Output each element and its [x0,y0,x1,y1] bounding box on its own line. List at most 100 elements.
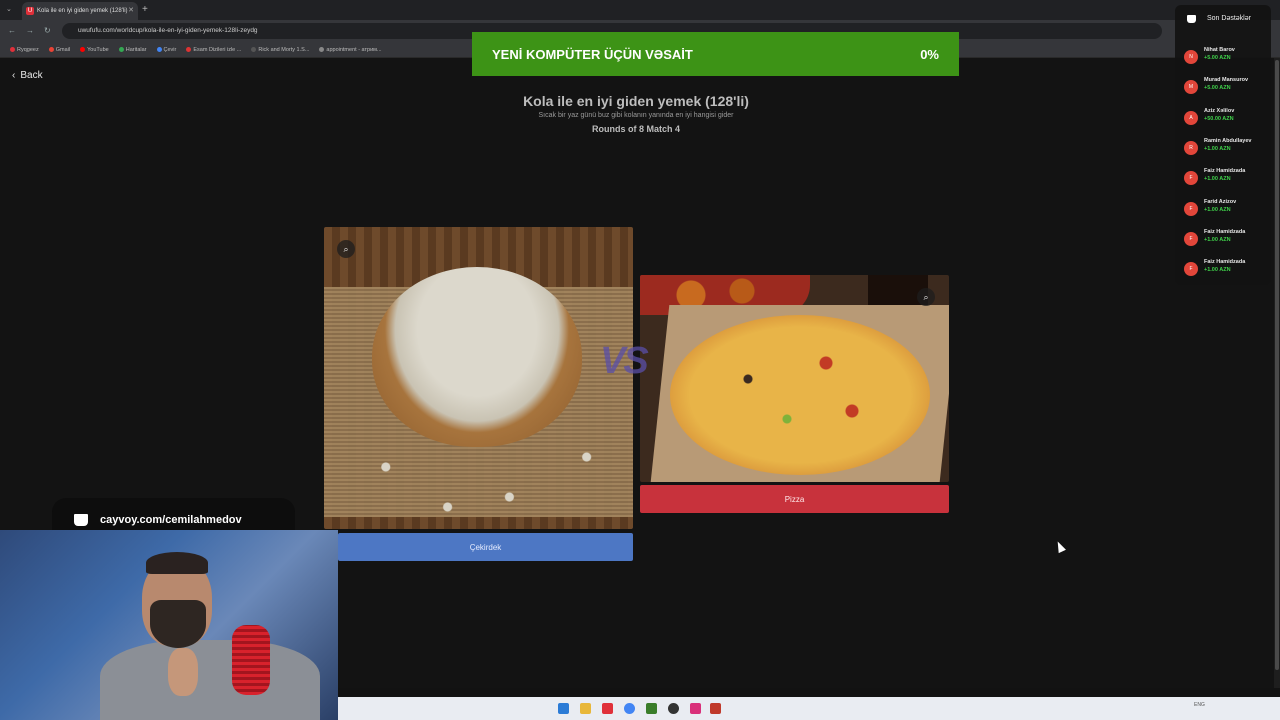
supporter-amount: +5.00 AZN [1204,85,1231,92]
supporter-name: Ramin Abdullayev [1204,137,1252,144]
chevron-left-icon: ‹ [12,70,16,81]
coffee-cup-icon [1187,15,1196,23]
supporter-item: A Aziz Xəlilov +50.00 AZN [1183,108,1273,134]
bookmark-label: Çevir [163,46,177,53]
new-tab-icon[interactable]: + [142,4,148,15]
site-favicon-icon: U [26,7,34,15]
donate-url: cayvoy.com/cemilahmedov [100,514,242,526]
bookmark-item[interactable]: appointment - атрим... [319,46,382,53]
forward-nav-icon[interactable]: → [26,26,34,35]
tab-search-icon[interactable]: ⌄ [6,5,12,13]
back-nav-icon[interactable]: ← [8,26,16,35]
bookmark-label: YouTube [87,46,109,53]
microphone-image [232,625,270,695]
webcam-feed [0,530,338,720]
scrollbar-thumb[interactable] [1275,60,1279,670]
supporter-name: Faiz Hamidzada [1204,259,1246,266]
seed-bowl-image [372,267,582,447]
bookmark-item[interactable]: Ryqgeez [10,47,39,53]
page-title: Kola ile en iyi giden yemek (128'li) [523,93,749,109]
bookmark-item[interactable]: Rick and Morty 1.S... [251,47,309,53]
choice-image-right[interactable] [640,275,949,482]
bookmark-item[interactable]: Esam Dizileri izle ... [186,47,241,53]
bookmark-favicon-icon [319,47,325,52]
supporter-item: F Faiz Hamidzada +1.00 AZN [1183,168,1273,194]
pizza-image [670,315,930,475]
supporter-name: Faiz Hamidzada [1204,168,1246,175]
bookmark-favicon-icon [80,47,86,52]
bookmark-favicon-icon [186,47,192,52]
bookmark-favicon-icon [10,47,15,52]
bookmark-item[interactable]: Gmail [48,46,71,53]
zoom-icon-left[interactable]: ⌕ [337,240,355,258]
supporter-name: Nihat Barov [1204,47,1235,53]
supporter-amount: +1.00 AZN [1204,236,1231,243]
supporter-name: Faiz Hamidzada [1204,228,1246,235]
page-subtitle: Sıcak bir yaz günü buz gibi kolanın yanı… [538,112,734,119]
supporter-item: M Murad Mansurov +5.00 AZN [1183,77,1273,103]
bookmark-favicon-icon [156,47,162,52]
supporters-title: Son Dəstəklər [1207,15,1251,22]
coffee-cup-icon [74,514,88,526]
zoom-icon-right[interactable]: ⌕ [917,288,935,306]
avatar: R [1184,140,1198,155]
supporter-amount: +1.00 AZN [1204,267,1231,274]
app-icon[interactable] [690,703,701,714]
avatar: F [1184,231,1198,246]
bookmark-label: Rick and Morty 1.S... [258,46,310,53]
bookmark-label: Esam Dizileri izle ... [193,46,242,53]
fundraiser-title: YENİ KOMPÜTER ÜÇÜN VƏSAİT [492,46,693,62]
choose-right-button[interactable]: Pizza [640,485,949,513]
browser-tab-active[interactable]: U Kola ile en iyi giden yemek (128'li) ✕ [22,2,138,20]
avatar: F [1184,171,1198,186]
supporter-name: Murad Mansurov [1204,77,1249,84]
bookmark-favicon-icon [48,47,54,52]
supporter-amount: +1.00 AZN [1204,145,1231,152]
chrome-icon[interactable] [624,703,635,714]
bookmark-favicon-icon [251,47,257,52]
avatar: F [1184,201,1198,216]
supporter-item: F Farid Azizov +1.00 AZN [1183,199,1273,225]
supporter-name: Aziz Xəlilov [1204,107,1235,114]
back-link[interactable]: ‹ Back [12,70,43,81]
supporter-amount: +50.00 AZN [1204,115,1234,122]
bookmark-item[interactable]: Haritalar [118,46,147,53]
yandex-icon[interactable] [602,703,613,714]
choose-left-button[interactable]: Çekirdek [338,533,633,561]
obs-icon[interactable] [668,703,679,714]
bookmark-item[interactable]: YouTube [80,47,109,53]
supporter-item: N Nihat Barov +5.00 AZN [1183,47,1273,73]
avatar: A [1184,110,1198,125]
text-app-icon[interactable] [710,703,721,714]
start-icon[interactable] [558,703,569,714]
fundraiser-banner: YENİ KOMPÜTER ÜÇÜN VƏSAİT 0% [472,32,959,76]
file-explorer-icon[interactable] [580,703,591,714]
reload-icon[interactable]: ↻ [44,26,51,35]
page-scrollbar[interactable] [1274,58,1280,688]
bookmark-favicon-icon [118,47,124,52]
supporter-amount: +1.00 AZN [1204,206,1231,213]
language-indicator[interactable]: ENG [1194,702,1205,708]
tab-close-icon[interactable]: ✕ [128,6,134,14]
nvidia-icon[interactable] [646,703,657,714]
bookmark-label: Haritalar [125,46,147,53]
vs-label: VS [600,340,649,382]
avatar: N [1184,50,1198,64]
bookmark-label: Gmail [55,46,71,53]
supporter-item: F Faiz Hamidzada +1.00 AZN [1183,229,1273,255]
bookmark-item[interactable]: Çevir [156,46,177,53]
choice-image-left[interactable] [324,227,633,529]
supporter-amount: +5.00 AZN [1204,55,1231,61]
windows-taskbar [338,697,1280,720]
supporter-item: F Faiz Hamidzada +1.00 AZN [1183,259,1273,285]
browser-tab-bar: ⌄ U Kola ile en iyi giden yemek (128'li)… [0,0,1280,20]
supporter-amount: +1.00 AZN [1204,176,1231,183]
round-indicator: Rounds of 8 Match 4 [591,124,680,134]
back-label: Back [20,70,43,81]
fundraiser-percent: 0% [920,46,939,62]
avatar: F [1184,262,1198,277]
avatar: M [1184,80,1198,95]
bookmark-label: appointment - атрим... [326,46,382,53]
supporter-item: R Ramin Abdullayev +1.00 AZN [1183,138,1273,164]
supporter-name: Farid Azizov [1204,198,1237,205]
